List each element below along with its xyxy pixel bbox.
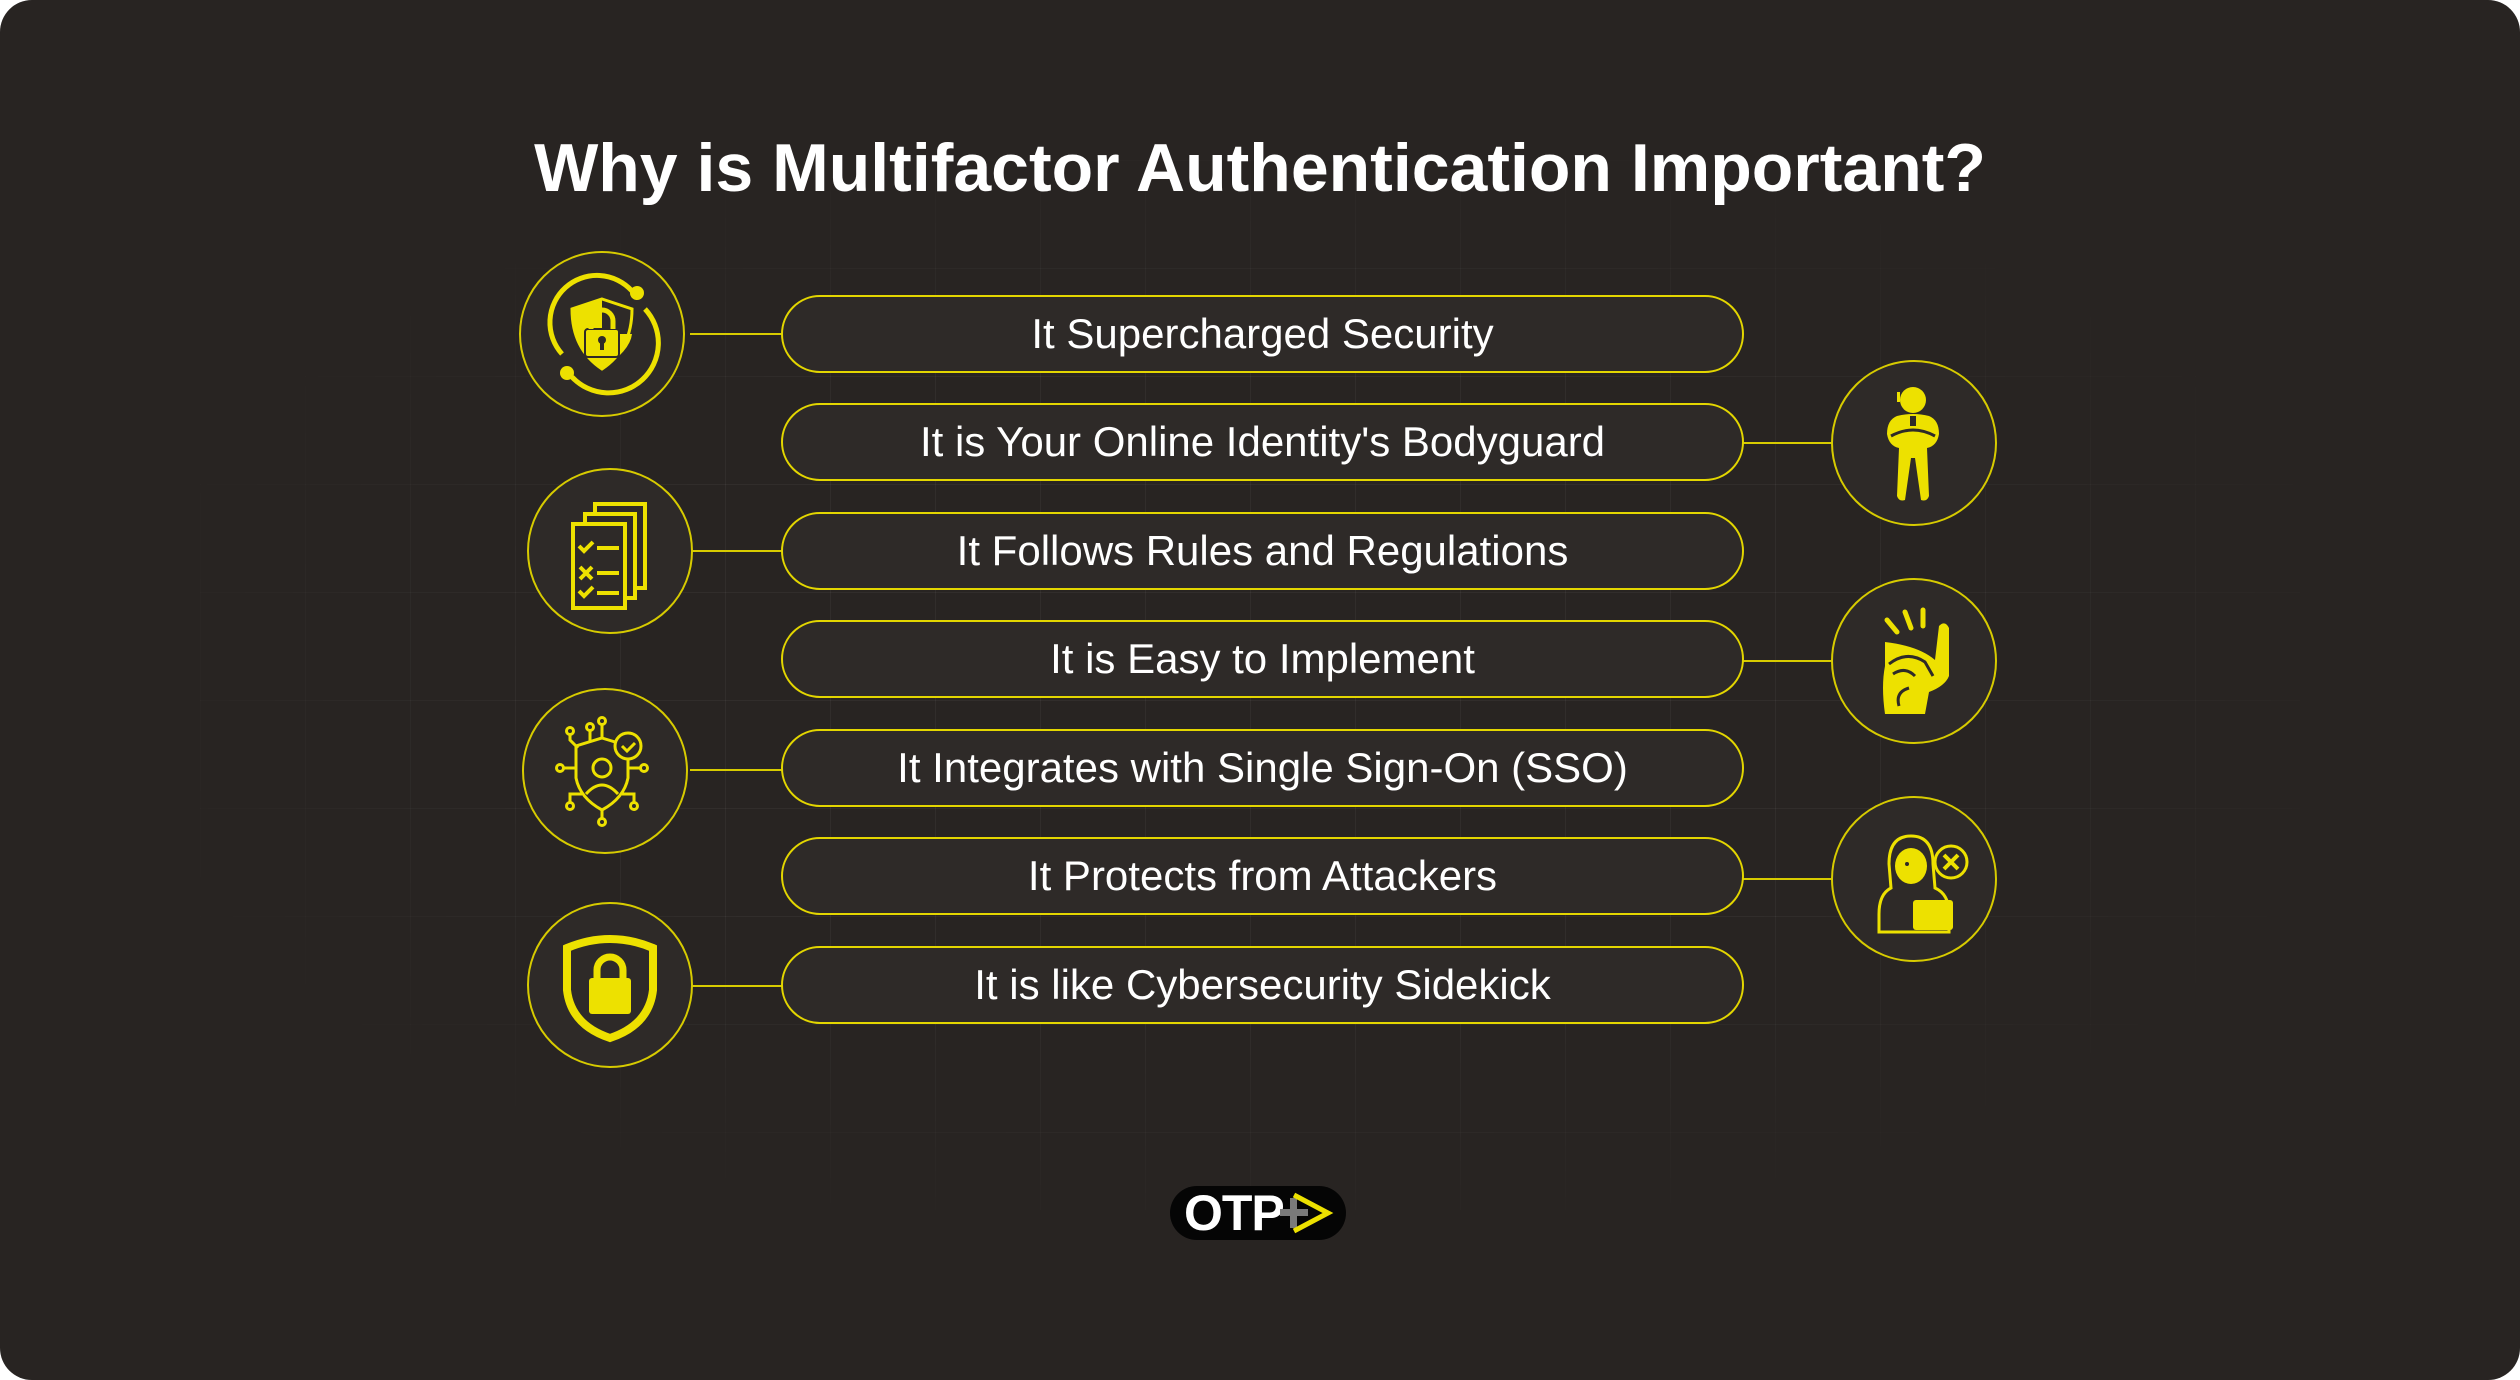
icon-badge — [1831, 796, 1997, 962]
otp-logo: OTP — [1170, 1186, 1346, 1240]
icon-badge — [1831, 360, 1997, 526]
reason-label: It Supercharged Security — [1031, 310, 1494, 357]
logo-text: OTP — [1184, 1185, 1285, 1241]
checklist-documents-icon — [571, 502, 647, 610]
finger-snap-icon — [1883, 607, 1949, 714]
hacker-blocked-icon — [1877, 834, 1969, 934]
reason-pill: It is Your Online Identity's Bodyguard — [781, 403, 1744, 481]
reason-pill: It is Easy to Implement — [781, 620, 1744, 698]
reason-label: It Protects from Attackers — [1027, 852, 1498, 899]
icon-badge — [522, 688, 688, 854]
connector-line — [690, 769, 782, 771]
reason-label: It Follows Rules and Regulations — [956, 527, 1569, 574]
reason-pill: It Integrates with Single Sign-On (SSO) — [781, 729, 1744, 807]
reason-label: It is Easy to Implement — [1050, 635, 1475, 682]
infographic-canvas: Why is Multifactor Authentication Import… — [0, 0, 2520, 1380]
reason-pill: It Follows Rules and Regulations — [781, 512, 1744, 590]
user-shield-network-icon — [555, 716, 649, 827]
shield-padlock-icon — [563, 935, 657, 1043]
connector-line — [1743, 878, 1833, 880]
bodyguard-icon — [1887, 387, 1939, 501]
connector-line — [1743, 660, 1833, 662]
connector-line — [690, 985, 782, 987]
page-title: Why is Multifactor Authentication Import… — [534, 130, 1986, 206]
reason-label: It is Your Online Identity's Bodyguard — [919, 418, 1606, 465]
reason-label: It Integrates with Single Sign-On (SSO) — [897, 744, 1628, 791]
reason-pill: It is like Cybersecurity Sidekick — [781, 946, 1744, 1024]
reason-label: It is like Cybersecurity Sidekick — [974, 961, 1551, 1008]
reason-pill: It Protects from Attackers — [781, 837, 1744, 915]
shield-lock-orbit-icon — [547, 272, 661, 396]
icon-badge — [1831, 578, 1997, 744]
reason-pill: It Supercharged Security — [781, 295, 1744, 373]
icon-badge — [519, 251, 685, 417]
connector-line — [1743, 442, 1833, 444]
icon-badge — [527, 468, 693, 634]
plus-arrow-icon — [1280, 1192, 1334, 1234]
icon-badge — [527, 902, 693, 1068]
connector-line — [690, 550, 782, 552]
connector-line — [690, 333, 782, 335]
